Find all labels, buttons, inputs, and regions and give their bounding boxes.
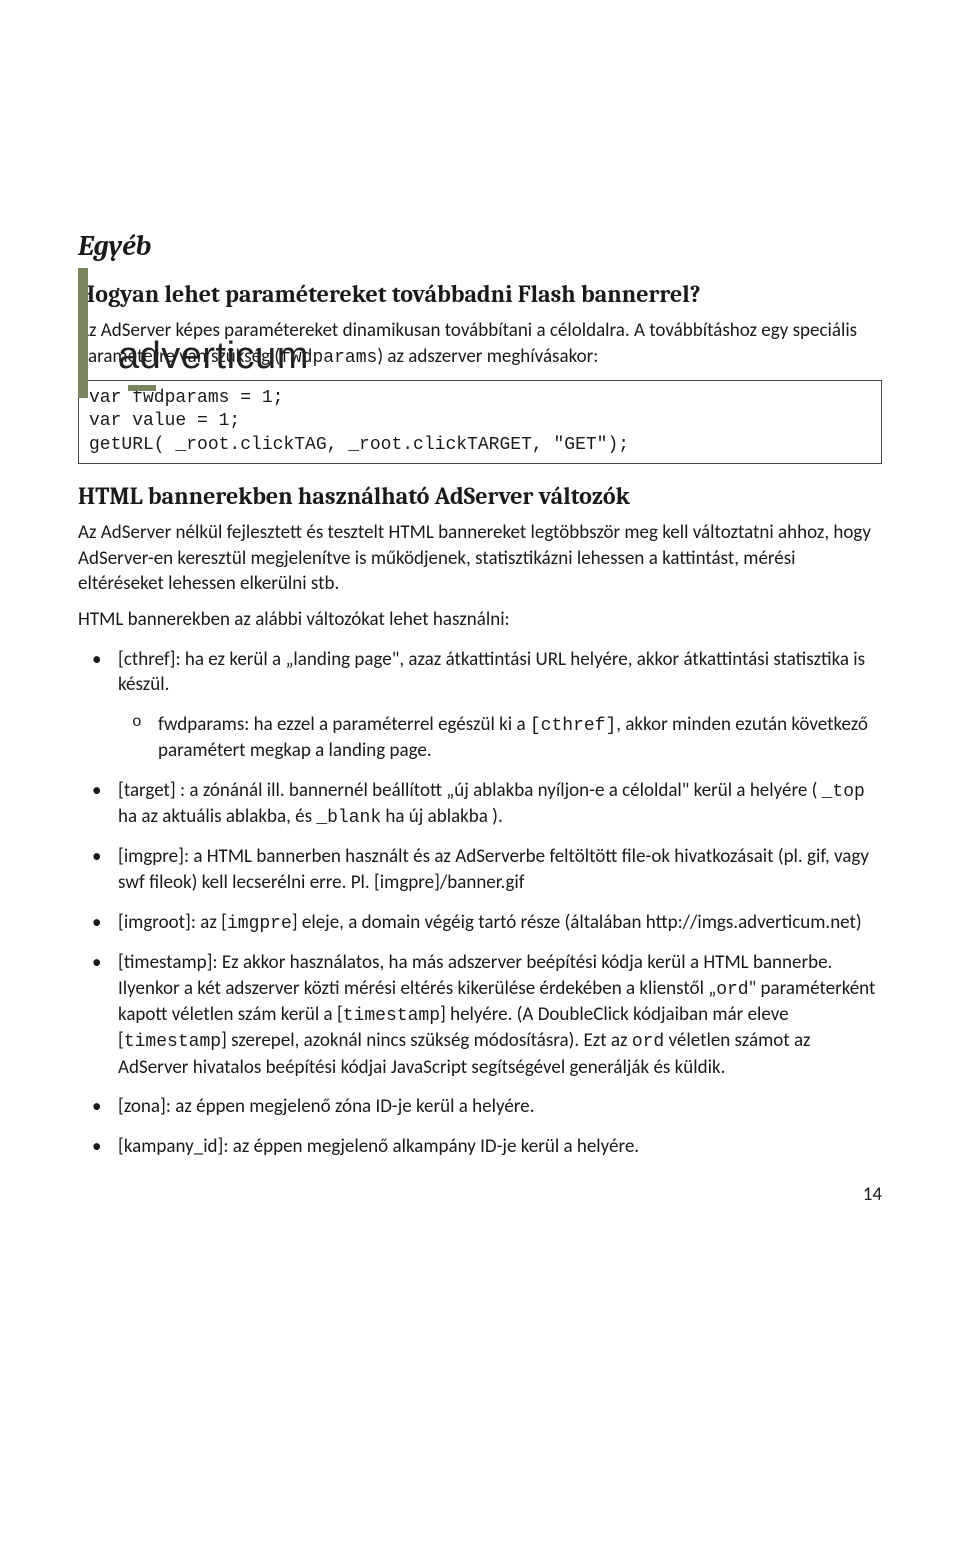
list-item: [zona]: az éppen megjelenő zóna ID-je ke… <box>78 1094 882 1120</box>
list-item: [cthref]: ha ez kerül a „landing page", … <box>78 647 882 764</box>
text: ) az adszerver meghívásakor: <box>377 345 598 368</box>
inline-code: timestamp <box>343 1006 440 1026</box>
text: [imgroot]: az [ <box>118 911 227 934</box>
text: fwdparams: ha ezzel a paraméterrel egész… <box>158 713 530 736</box>
header-accent-bar <box>78 268 88 398</box>
list-item: [kampany_id]: az éppen megjelenő alkampá… <box>78 1134 882 1160</box>
sub-list: fwdparams: ha ezzel a paraméterrel egész… <box>118 712 882 764</box>
list-item: [timestamp]: Ez akkor használatos, ha má… <box>78 950 882 1080</box>
inline-code: _top <box>822 782 865 802</box>
page-number: 14 <box>863 1183 882 1206</box>
paragraph: Az AdServer nélkül fejlesztett és teszte… <box>78 520 882 597</box>
text: [target] : a zónánál ill. bannernél beál… <box>118 779 822 802</box>
inline-code: ord <box>716 980 748 1000</box>
inline-code: ord <box>632 1032 664 1052</box>
variable-list: [cthref]: ha ez kerül a „landing page", … <box>78 647 882 1160</box>
paragraph: HTML bannerekben az alábbi változókat le… <box>78 607 882 633</box>
text: [imgpre]: a HTML bannerben használt és a… <box>118 845 869 894</box>
list-item: fwdparams: ha ezzel a paraméterrel egész… <box>118 712 882 764</box>
text: [kampany_id]: az éppen megjelenő alkampá… <box>118 1135 639 1158</box>
text: ha új ablakba ). <box>381 805 503 828</box>
question-heading-flash: Hogyan lehet paramétereket továbbadni Fl… <box>78 280 882 308</box>
list-item: [target] : a zónánál ill. bannernél beál… <box>78 778 882 831</box>
question-heading-html-vars: HTML bannerekben használható AdServer vá… <box>78 482 882 510</box>
list-item: [imgroot]: az [imgpre] eleje, a domain v… <box>78 910 882 936</box>
brand-logo: adverticum <box>118 335 309 378</box>
text: ] szerepel, azoknál nincs szükség módosí… <box>221 1029 632 1052</box>
text: [zona]: az éppen megjelenő zóna ID-je ke… <box>118 1095 534 1118</box>
code-block: var fwdparams = 1; var value = 1; getURL… <box>78 380 882 464</box>
text: ] eleje, a domain végéig tartó része (ál… <box>292 911 862 934</box>
inline-code: imgpre <box>227 914 292 934</box>
brand-logo-underline <box>128 385 156 391</box>
text: ha az aktuális ablakba, és <box>118 805 316 828</box>
list-item: [imgpre]: a HTML bannerben használt és a… <box>78 844 882 895</box>
section-heading: Egyéb <box>78 220 882 262</box>
text: [cthref]: ha ez kerül a „landing page", … <box>118 648 865 697</box>
document-page: adverticum Egyéb Hogyan lehet paramétere… <box>0 220 960 1224</box>
inline-code: [cthref] <box>530 716 616 736</box>
inline-code: _blank <box>316 808 381 828</box>
inline-code: timestamp <box>124 1032 221 1052</box>
